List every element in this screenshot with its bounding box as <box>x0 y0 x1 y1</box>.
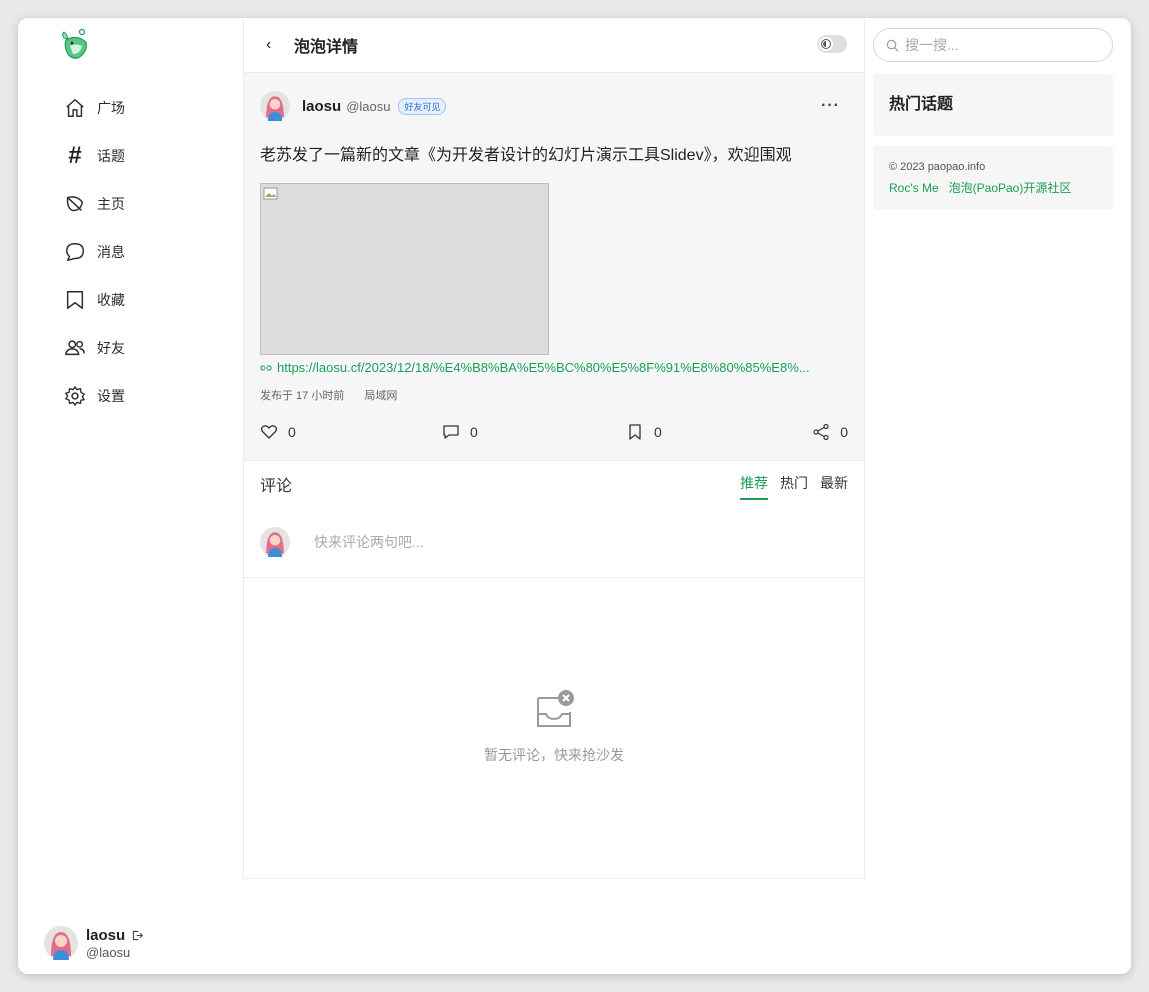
footer-link-rocs-me[interactable]: Roc's Me <box>889 181 939 195</box>
back-button[interactable]: ‹ <box>266 36 290 54</box>
collect-button[interactable]: 0 <box>626 423 662 441</box>
gear-icon <box>65 386 85 406</box>
post-handle: @laosu <box>346 98 391 114</box>
home-icon <box>66 99 84 117</box>
post-time: 发布于 17 小时前 <box>260 390 345 402</box>
post-actions: 0 0 0 0 <box>260 423 848 445</box>
hash-icon: # <box>68 142 82 169</box>
comments-header: 评论 推荐 热门 最新 <box>244 461 864 507</box>
page-title: 泡泡详情 <box>294 39 359 56</box>
page-header: ‹ 泡泡详情 <box>244 18 864 73</box>
logout-icon[interactable] <box>131 929 144 942</box>
search-icon <box>886 39 899 51</box>
chat-bubble-icon <box>66 243 84 261</box>
share-icon <box>813 423 829 441</box>
nav-label-friends: 好友 <box>97 340 125 356</box>
nav-label-messages: 消息 <box>97 244 125 260</box>
avatar[interactable] <box>260 91 290 121</box>
post-link-text: https://laosu.cf/2023/12/18/%E4%B8%BA%E5… <box>277 360 810 375</box>
post-link[interactable]: https://laosu.cf/2023/12/18/%E4%B8%BA%E5… <box>260 360 848 375</box>
comments-title: 评论 <box>260 478 293 495</box>
comment-composer[interactable]: 快来评论两句吧... <box>244 507 864 578</box>
hot-topics-title: 热门话题 <box>889 96 954 113</box>
post-image[interactable] <box>260 183 549 355</box>
leaf-icon <box>66 196 84 212</box>
empty-comments: 暂无评论，快来抢沙发 <box>244 688 864 765</box>
avatar <box>44 926 78 960</box>
paopao-logo-icon[interactable] <box>58 28 92 62</box>
share-button[interactable]: 0 <box>812 423 848 441</box>
search-input[interactable]: 搜一搜... <box>873 28 1113 62</box>
broken-image-icon <box>263 187 278 200</box>
empty-inbox-icon <box>537 690 574 727</box>
moon-icon <box>821 39 831 49</box>
nav-item-friends[interactable]: 好友 <box>64 324 214 372</box>
sidebar-nav: 广场 # 话题 主页 消息 收藏 好友 设置 <box>64 84 214 420</box>
search-placeholder: 搜一搜... <box>905 37 959 53</box>
comment-button[interactable]: 0 <box>442 423 478 441</box>
hot-topics-card: 热门话题 <box>873 74 1113 136</box>
comment-sort-tabs: 推荐 热门 最新 <box>728 473 848 500</box>
bookmark-icon <box>629 424 641 440</box>
tab-latest[interactable]: 最新 <box>820 473 848 500</box>
user-name: laosu <box>86 926 126 944</box>
more-options-button[interactable]: ··· <box>821 97 840 115</box>
footer-link-paopao-community[interactable]: 泡泡(PaoPao)开源社区 <box>949 181 1072 195</box>
post-meta: 发布于 17 小时前 局域网 <box>260 387 848 403</box>
share-count: 0 <box>840 424 848 440</box>
post-author[interactable]: laosu <box>302 98 341 115</box>
footer-card: © 2023 paopao.info Roc's Me 泡泡(PaoPao)开源社… <box>873 146 1113 210</box>
nav-item-collections[interactable]: 收藏 <box>64 276 214 324</box>
nav-label-topics: 话题 <box>97 148 125 164</box>
tab-hot[interactable]: 热门 <box>780 473 808 500</box>
comment-count: 0 <box>470 424 478 440</box>
nav-label-square: 广场 <box>97 100 125 116</box>
empty-comments-text: 暂无评论，快来抢沙发 <box>484 747 624 763</box>
app-window: 广场 # 话题 主页 消息 收藏 好友 设置 laosu @laosu ‹ 泡泡… <box>18 18 1131 974</box>
nav-label-collections: 收藏 <box>97 292 125 308</box>
nav-item-messages[interactable]: 消息 <box>64 228 214 276</box>
copyright: © 2023 paopao.info <box>889 161 986 173</box>
post-text: 老苏发了一篇新的文章《为开发者设计的幻灯片演示工具Slidev》，欢迎围观 <box>260 147 792 164</box>
tab-recommend[interactable]: 推荐 <box>740 473 768 500</box>
bookmark-icon <box>66 291 84 309</box>
heart-icon <box>260 425 278 439</box>
comment-icon <box>443 425 459 439</box>
nav-item-square[interactable]: 广场 <box>64 84 214 132</box>
nav-item-home[interactable]: 主页 <box>64 180 214 228</box>
comment-input[interactable]: 快来评论两句吧... <box>314 532 424 552</box>
visibility-badge: 好友可见 <box>398 97 447 115</box>
collect-count: 0 <box>654 424 662 440</box>
main-column: ‹ 泡泡详情 laosu @laosu 好友可见 ··· 老苏发了一篇新的文章《… <box>243 18 865 879</box>
post-location: 局域网 <box>364 390 398 402</box>
avatar <box>260 527 290 557</box>
post-card: laosu @laosu 好友可见 ··· 老苏发了一篇新的文章《为开发者设计的… <box>244 73 864 461</box>
like-count: 0 <box>288 424 296 440</box>
theme-toggle[interactable] <box>817 35 847 53</box>
current-user[interactable]: laosu @laosu <box>44 926 144 960</box>
nav-item-settings[interactable]: 设置 <box>64 372 214 420</box>
link-icon <box>260 364 272 371</box>
like-button[interactable]: 0 <box>260 423 296 441</box>
nav-label-settings: 设置 <box>97 388 125 404</box>
user-handle: @laosu <box>86 944 131 960</box>
nav-item-topics[interactable]: # 话题 <box>64 132 214 180</box>
nav-label-home: 主页 <box>97 196 125 212</box>
friends-icon <box>64 340 85 356</box>
